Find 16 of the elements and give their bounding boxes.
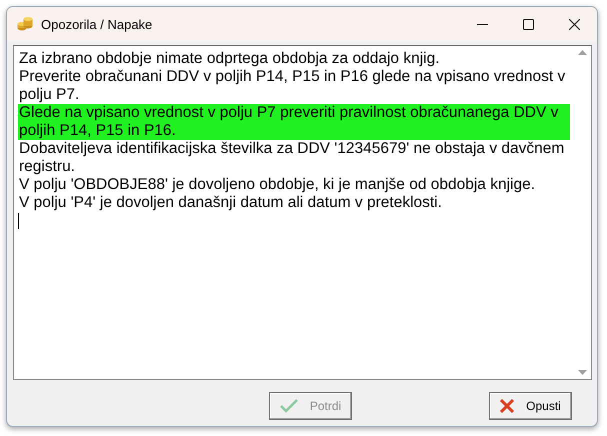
- message-line[interactable]: Dobaviteljeva identifikacijska številka za DDV '12345679' ne obstaja v davčnem registru.: [18, 140, 570, 176]
- message-line[interactable]: Za izbrano obdobje nimate odprtega obdobja za oddajo knjig.: [18, 50, 570, 68]
- message-box[interactable]: [13, 45, 592, 380]
- message-line[interactable]: Preverite obračunani DDV v poljih P14, P15 in P16 glede na vpisano vrednost v polju P7.: [18, 68, 570, 104]
- close-icon[interactable]: [568, 18, 580, 30]
- window-title: Opozorila / Napake: [41, 16, 154, 32]
- coins-icon: [17, 16, 33, 32]
- checkmark-icon: [280, 399, 298, 413]
- maximize-icon[interactable]: [522, 18, 534, 30]
- scroll-down-icon[interactable]: [578, 370, 587, 375]
- message-line[interactable]: V polju 'P4' je dovoljen današnji datum ali datum v preteklosti.: [18, 194, 570, 212]
- cancel-button[interactable]: Opusti: [489, 392, 572, 420]
- x-icon: [500, 399, 514, 413]
- message-line[interactable]: V polju 'OBDOBJE88' je dovoljeno obdobje, ki je manjše od obdobja knjige.: [18, 176, 570, 194]
- text-cursor: [18, 213, 19, 229]
- scroll-up-icon[interactable]: [578, 50, 587, 55]
